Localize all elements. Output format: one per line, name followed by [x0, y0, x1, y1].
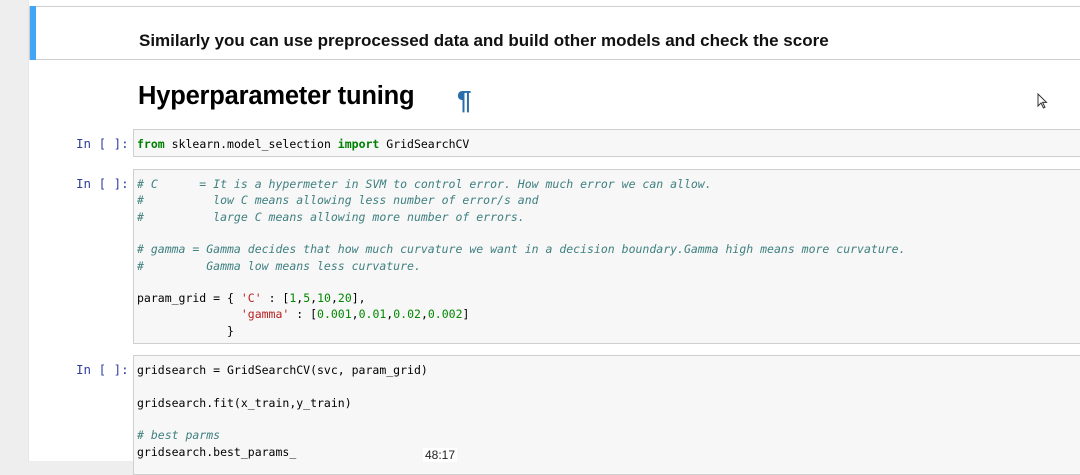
code-token: import: [337, 137, 380, 151]
code-line: gridsearch.best_params_: [137, 445, 296, 459]
code-line: # Gamma low means less curvature.: [137, 259, 421, 273]
code-token: # best parms: [137, 428, 221, 443]
code-token: ],: [351, 291, 366, 306]
code-token: 0.02: [393, 307, 421, 322]
mouse-cursor-icon: [1037, 93, 1048, 109]
code-token: ,: [420, 307, 428, 322]
notebook-container: Similarly you can use preprocessed data …: [28, 0, 1080, 475]
code-token: 'gamma': [240, 307, 290, 322]
code-line: param_grid = { 'C' : [1,5,10,20],: [137, 291, 366, 305]
code-token: from: [137, 137, 165, 151]
heading-anchor-link[interactable]: ¶: [457, 85, 471, 116]
code-token: 20: [337, 291, 352, 306]
code-token: sklearn.model_selection: [164, 137, 338, 151]
code-line: # gamma = Gamma decides that how much cu…: [137, 242, 906, 256]
code-token: # large C means allowing more number of …: [137, 209, 525, 224]
code-line: # large C means allowing more number of …: [137, 210, 525, 224]
code-token: 10: [317, 291, 331, 306]
code-token: 0.002: [427, 307, 463, 322]
code-token: 0.01: [358, 307, 387, 322]
code-token: # gamma = Gamma decides that how much cu…: [137, 242, 906, 257]
code-line: 'gamma' : [0.001,0.01,0.02,0.002]: [137, 307, 470, 322]
cell-prompt: In [ ]:: [76, 136, 129, 151]
code-token: # C = It is a hypermeter in SVM to contr…: [137, 177, 712, 191]
code-token: }: [137, 323, 234, 338]
code-token: param_grid = {: [137, 291, 241, 306]
markdown-cell-selected[interactable]: Similarly you can use preprocessed data …: [29, 6, 1080, 60]
code-token: : [: [289, 307, 318, 322]
code-token: gridsearch.best_params_: [137, 444, 297, 459]
code-token: # low C means allowing less number of er…: [137, 193, 539, 208]
cell-prompt: In [ ]:: [76, 362, 129, 377]
code-line: gridsearch.fit(x_train,y_train): [137, 396, 352, 410]
code-token: gridsearch = GridSearchCV(svc, param_gri…: [137, 363, 428, 377]
code-line: # low C means allowing less number of er…: [137, 193, 539, 207]
code-token: 'C': [240, 291, 262, 306]
code-token: ,: [330, 291, 338, 306]
cell-prompt: In [ ]:: [76, 176, 129, 191]
section-heading: Hyperparameter tuning: [138, 82, 415, 110]
code-token: ]: [462, 307, 470, 322]
code-line: # C = It is a hypermeter in SVM to contr…: [137, 177, 712, 191]
code-line: }: [137, 324, 234, 338]
code-token: gridsearch.fit(x_train,y_train): [137, 395, 352, 410]
code-line: from sklearn.model_selection import Grid…: [137, 137, 469, 151]
code-token: ,: [351, 307, 359, 322]
code-token: 0.001: [317, 307, 352, 322]
video-timestamp: 48:17: [423, 448, 458, 462]
code-line: gridsearch = GridSearchCV(svc, param_gri…: [137, 363, 428, 377]
code-token: GridSearchCV: [379, 137, 470, 151]
cell-selection-bar: [30, 6, 36, 60]
code-token: : [: [261, 291, 290, 306]
code-line: # best parms: [137, 428, 220, 442]
code-token: # Gamma low means less curvature.: [137, 258, 421, 273]
markdown-cell-text: Similarly you can use preprocessed data …: [139, 31, 829, 50]
